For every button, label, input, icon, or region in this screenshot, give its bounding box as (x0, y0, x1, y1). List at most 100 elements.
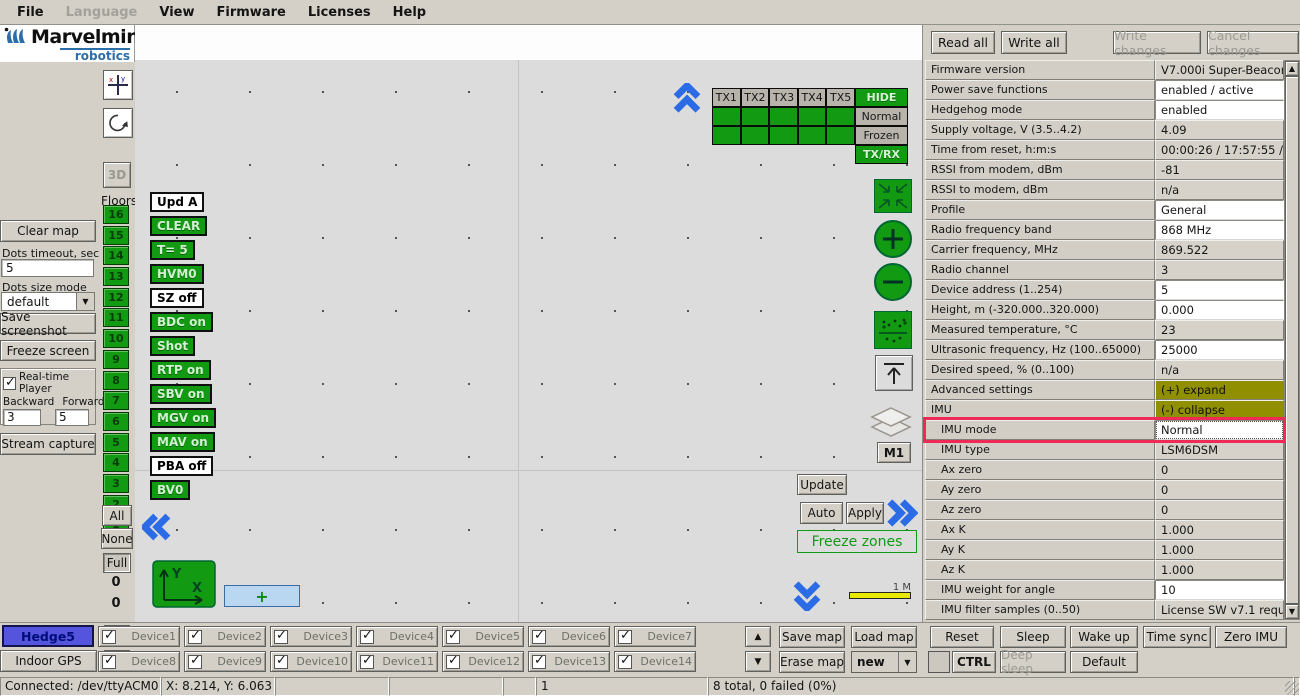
parameter-row[interactable]: Supply voltage, V (3.5..4.2) 4.09 (925, 120, 1284, 140)
parameter-row[interactable]: Ultrasonic frequency, Hz (100..65000) 25… (925, 340, 1284, 360)
map-area[interactable]: Upd ACLEART= 5HVM0SZ offBDC onShotRTP on… (135, 25, 922, 622)
freeze-screen-button[interactable]: Freeze screen (0, 340, 96, 361)
device-checkbox[interactable] (532, 655, 546, 669)
auto-button[interactable]: Auto (800, 502, 843, 524)
floor-button[interactable]: 8 (103, 371, 129, 390)
parameter-value[interactable]: 3 (1155, 260, 1284, 280)
time-sync-button[interactable]: Time sync (1143, 626, 1211, 648)
parameter-value[interactable]: 0 (1155, 480, 1284, 500)
parameter-row[interactable]: Az zero 0 (925, 500, 1284, 520)
floor-button[interactable]: 13 (103, 267, 129, 286)
parameter-value[interactable]: 25000 (1155, 340, 1284, 360)
parameter-value[interactable]: 869.522 (1155, 240, 1284, 260)
tx-header-cell[interactable]: TX5 (826, 88, 855, 107)
map-toggle-button[interactable]: RTP on (150, 360, 211, 380)
freeze-zones-button[interactable]: Freeze zones (797, 530, 917, 553)
device-checkbox[interactable] (274, 630, 288, 644)
parameters-scrollbar[interactable]: ▲ ▼ (1284, 60, 1300, 620)
write-all-button[interactable]: Write all (1001, 31, 1067, 54)
device-toggle-button[interactable]: Device2 (184, 626, 266, 647)
parameter-row[interactable]: Ay zero 0 (925, 480, 1284, 500)
parameter-row[interactable]: Ay K 1.000 (925, 540, 1284, 560)
m1-button[interactable]: M1 (877, 442, 911, 463)
ctrl-checkbox[interactable] (928, 651, 950, 673)
parameter-row[interactable]: Firmware version V7.000i Super-Beacon (925, 60, 1284, 80)
arrow-up-icon[interactable] (875, 355, 913, 391)
stream-capture-button[interactable]: Stream capture (0, 433, 96, 455)
tx-status-cell[interactable] (712, 107, 741, 126)
menu-item[interactable]: Help (382, 3, 437, 22)
floors-full-button[interactable]: Full (103, 553, 131, 573)
update-button[interactable]: Update (797, 474, 847, 495)
device-toggle-button[interactable]: Device6 (528, 626, 610, 647)
device-toggle-button[interactable]: Device1 (98, 626, 180, 647)
floor-button[interactable]: 9 (103, 350, 129, 369)
collapse-up-icon[interactable] (673, 83, 701, 116)
tx-hide-button[interactable]: HIDE (855, 88, 908, 107)
parameter-value[interactable]: enabled (1155, 100, 1284, 120)
menu-item[interactable]: Language (55, 3, 149, 22)
device-toggle-button[interactable]: Device9 (184, 651, 266, 672)
parameter-value[interactable]: (+) expand (1155, 380, 1284, 400)
apply-button[interactable]: Apply (846, 502, 884, 524)
three-d-button[interactable]: 3D (103, 162, 131, 188)
device-toggle-button[interactable]: Device7 (614, 626, 696, 647)
chevron-down-icon[interactable]: ▼ (76, 293, 94, 310)
parameter-value[interactable]: LSM6DSM (1155, 440, 1284, 460)
device-checkbox[interactable] (618, 630, 632, 644)
parameter-row[interactable]: Ax zero 0 (925, 460, 1284, 480)
device-checkbox[interactable] (446, 655, 460, 669)
cancel-changes-button[interactable]: Cancel changes (1207, 31, 1299, 54)
zoom-out-icon[interactable] (873, 262, 913, 305)
tx-normal-button[interactable]: Normal (855, 107, 908, 126)
tx-header-cell[interactable]: TX4 (798, 88, 827, 107)
parameter-value[interactable]: 0.000 (1155, 300, 1284, 320)
save-map-button[interactable]: Save map (779, 626, 845, 648)
backward-input[interactable]: 3 (3, 409, 41, 426)
parameter-row[interactable]: Desired speed, % (0..100) n/a (925, 360, 1284, 380)
expand-left-icon[interactable] (142, 513, 172, 544)
zoom-in-icon[interactable] (873, 219, 913, 262)
floor-button[interactable]: 16 (103, 205, 129, 224)
reset-button[interactable]: Reset (930, 626, 994, 648)
dots-size-mode-select[interactable]: default ▼ (1, 292, 95, 311)
rotate-tool-icon[interactable] (103, 108, 133, 138)
parameter-value[interactable]: 10 (1155, 580, 1284, 600)
floor-button[interactable]: 14 (103, 246, 129, 265)
scroll-down-icon[interactable]: ▼ (1285, 604, 1299, 619)
forward-input[interactable]: 5 (55, 409, 89, 426)
map-toggle-button[interactable]: SZ off (150, 288, 204, 308)
parameter-row[interactable]: IMU filter samples (0..50) License SW v7… (925, 600, 1284, 620)
device-checkbox[interactable] (188, 630, 202, 644)
device-toggle-button[interactable]: Device11 (356, 651, 438, 672)
map-toggle-button[interactable]: HVM0 (150, 264, 204, 284)
parameter-row[interactable]: IMU type LSM6DSM (925, 440, 1284, 460)
realtime-player-checkbox[interactable] (3, 377, 16, 390)
parameter-value[interactable]: V7.000i Super-Beacon (1155, 60, 1284, 80)
parameter-value[interactable]: 5 (1155, 280, 1284, 300)
layers-icon[interactable] (868, 404, 914, 445)
parameter-row[interactable]: Az K 1.000 (925, 560, 1284, 580)
parameter-row[interactable]: Hedgehog mode enabled (925, 100, 1284, 120)
parameter-row[interactable]: Radio frequency band 868 MHz (925, 220, 1284, 240)
device-toggle-button[interactable]: Device8 (98, 651, 180, 672)
device-checkbox[interactable] (360, 655, 374, 669)
tx-status-cell[interactable] (741, 126, 770, 145)
parameter-value[interactable]: General (1155, 200, 1284, 220)
tx-status-cell[interactable] (826, 107, 855, 126)
parameter-value[interactable]: 1.000 (1155, 560, 1284, 580)
device-checkbox[interactable] (360, 630, 374, 644)
device-checkbox[interactable] (102, 655, 116, 669)
floors-all-button[interactable]: All (102, 505, 132, 526)
device-toggle-button[interactable]: Device5 (442, 626, 524, 647)
floor-button[interactable]: 12 (103, 288, 129, 307)
parameter-value[interactable]: 0 (1155, 460, 1284, 480)
floor-button[interactable]: 5 (103, 433, 129, 452)
zero-imu-button[interactable]: Zero IMU (1215, 626, 1287, 648)
map-toggle-button[interactable]: SBV on (150, 384, 212, 404)
parameter-row[interactable]: Height, m (-320.000..320.000) 0.000 (925, 300, 1284, 320)
tx-status-cell[interactable] (826, 126, 855, 145)
floor-button[interactable]: 15 (103, 226, 129, 245)
parameter-value[interactable]: 868 MHz (1155, 220, 1284, 240)
floor-button[interactable]: 11 (103, 308, 129, 327)
